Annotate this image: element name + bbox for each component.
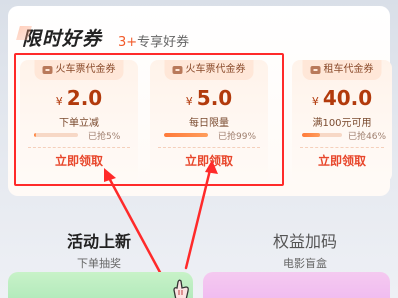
coupon-progress-fill (164, 133, 208, 137)
section-right-subtitle: 电影盲盒 (283, 257, 327, 270)
benefit-card[interactable] (203, 272, 390, 298)
coupon-amount-value: 40.0 (322, 86, 373, 110)
currency-symbol: ¥ (311, 95, 319, 108)
coupon-progress-bar (164, 133, 208, 137)
coupon-card[interactable]: 火车票代金券 ¥5.0 每日限量 已抢99% 立即领取 (150, 60, 268, 182)
hand-pointer-icon (173, 279, 189, 298)
ticket-icon (172, 66, 183, 74)
coupon-divider (28, 147, 130, 148)
coupon-card[interactable]: 租车代金券 ¥40.0 满100元可用 已抢46% 立即领取 (292, 60, 392, 182)
subtitle-count: 3+ (118, 35, 138, 50)
coupon-grabbed-text: 已抢5% (88, 132, 121, 142)
claim-button[interactable]: 立即领取 (20, 152, 138, 169)
coupon-badge: 租车代金券 (302, 60, 382, 80)
coupon-progress-bar (34, 133, 78, 137)
section-left-title: 活动上新 (66, 232, 131, 251)
currency-symbol: ¥ (185, 95, 193, 108)
coupon-amount: ¥2.0 (20, 86, 138, 110)
section-right-title: 权益加码 (272, 232, 337, 251)
coupon-desc: 满100元可用 (312, 118, 372, 129)
coupon-progress-fill (34, 133, 37, 137)
ticket-icon (310, 66, 321, 74)
panel-title: 限时好券 (22, 24, 102, 51)
coupon-amount-value: 5.0 (196, 86, 233, 110)
coupon-amount-value: 2.0 (66, 86, 103, 110)
coupon-grabbed-text: 已抢46% (348, 132, 387, 142)
coupon-desc: 每日限量 (189, 118, 229, 129)
coupon-grabbed-text: 已抢99% (218, 132, 257, 142)
activity-card[interactable] (8, 272, 193, 298)
coupon-amount: ¥40.0 (292, 86, 392, 110)
currency-symbol: ¥ (55, 95, 63, 108)
section-new-activity[interactable]: 活动上新 下单抽奖 (44, 228, 154, 271)
coupon-badge-label: 火车票代金券 (55, 64, 116, 75)
section-benefits[interactable]: 权益加码 电影盲盒 (250, 228, 360, 271)
ticket-icon (42, 66, 53, 74)
coupon-progress-bar (302, 133, 342, 137)
subtitle-text: 专享好券 (137, 35, 190, 50)
coupon-badge: 火车票代金券 (34, 60, 124, 80)
claim-button[interactable]: 立即领取 (150, 152, 268, 169)
coupon-progress-fill (302, 133, 321, 137)
panel-subtitle: 3+专享好券 (118, 31, 189, 50)
section-left-subtitle: 下单抽奖 (77, 257, 121, 270)
coupon-badge-label: 租车代金券 (323, 64, 374, 75)
coupon-amount: ¥5.0 (150, 86, 268, 110)
coupon-divider (158, 147, 260, 148)
coupon-badge-label: 火车票代金券 (185, 64, 246, 75)
coupon-card[interactable]: 火车票代金券 ¥2.0 下单立减 已抢5% 立即领取 (20, 60, 138, 182)
coupon-divider (300, 147, 384, 148)
coupon-desc: 下单立减 (59, 118, 99, 129)
coupon-badge: 火车票代金券 (164, 60, 254, 80)
claim-button[interactable]: 立即领取 (292, 152, 392, 169)
